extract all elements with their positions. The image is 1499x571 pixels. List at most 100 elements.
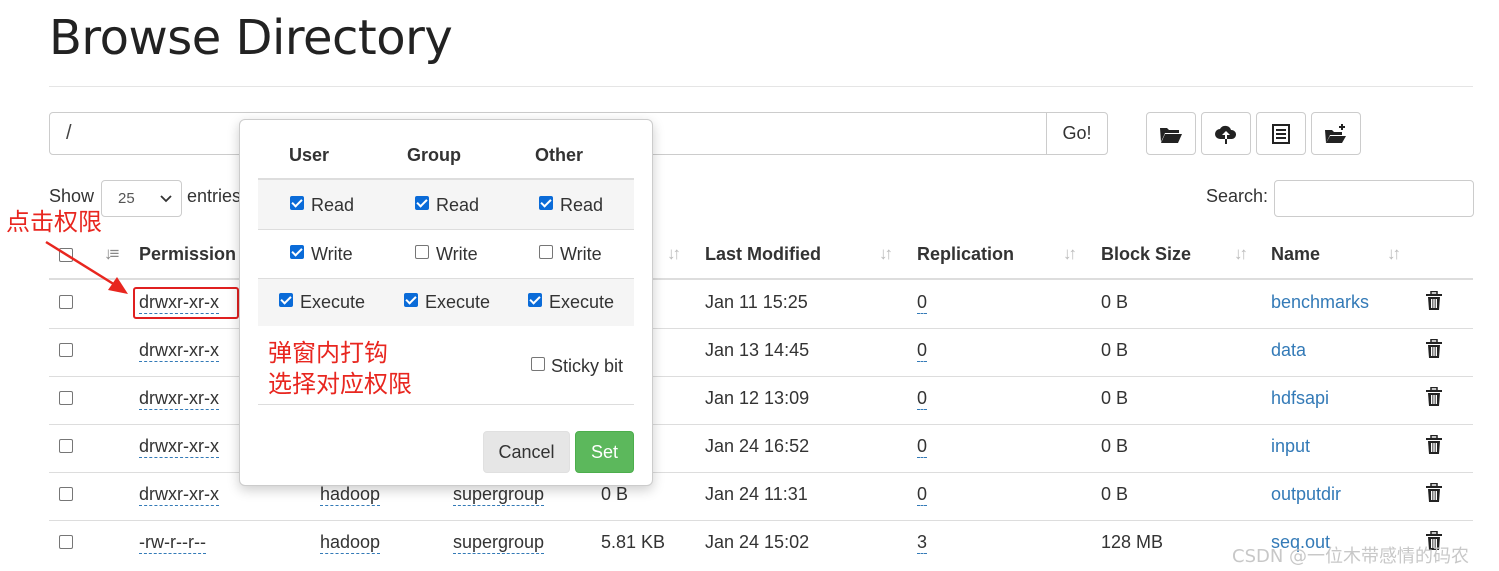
group-execute-checkbox[interactable] <box>404 293 418 307</box>
last-modified-cell: Jan 24 11:31 <box>705 484 808 504</box>
group-cell[interactable]: supergroup <box>453 532 545 554</box>
last-modified-cell: Jan 12 13:09 <box>705 388 810 408</box>
popover-divider <box>258 404 634 405</box>
block-size-cell: 0 B <box>1101 484 1129 504</box>
owner-cell[interactable]: hadoop <box>320 532 381 554</box>
permission-cell[interactable]: drwxr-xr-x <box>139 436 219 458</box>
list-button[interactable] <box>1256 112 1306 155</box>
owner-cell[interactable]: hadoop <box>320 484 381 506</box>
row-checkbox[interactable] <box>59 487 73 501</box>
set-button[interactable]: Set <box>575 431 634 473</box>
sort-icon[interactable]: ↓↑ <box>1063 244 1077 264</box>
replication-cell[interactable]: 0 <box>917 484 928 506</box>
other-write-checkbox[interactable] <box>539 245 553 259</box>
trash-icon[interactable] <box>1425 338 1443 359</box>
annotation-popup-line1: 弹窗内打钩 <box>268 339 388 367</box>
last-modified-cell: Jan 24 15:02 <box>705 532 810 552</box>
popover-header-group: Group <box>407 145 461 165</box>
name-link[interactable]: benchmarks <box>1271 292 1369 313</box>
row-checkbox[interactable] <box>59 343 73 357</box>
replication-cell[interactable]: 3 <box>917 532 928 554</box>
permission-cell[interactable]: drwxr-xr-x <box>139 340 219 362</box>
popover-header-other: Other <box>535 145 584 165</box>
name-link[interactable]: outputdir <box>1271 484 1341 505</box>
name-link[interactable]: input <box>1271 436 1310 457</box>
trash-icon[interactable] <box>1425 434 1443 455</box>
row-checkbox[interactable] <box>59 439 73 453</box>
replication-cell[interactable]: 0 <box>917 292 928 314</box>
permission-cell[interactable]: drwxr-xr-x <box>139 388 219 410</box>
search-input[interactable] <box>1274 180 1474 217</box>
sticky-bit-label: Sticky bit <box>551 356 624 376</box>
sticky-bit-checkbox[interactable] <box>531 357 545 371</box>
trash-icon[interactable] <box>1425 386 1443 407</box>
other-read-label: Read <box>560 195 604 215</box>
group-read-label: Read <box>436 195 480 215</box>
list-icon <box>1272 123 1290 144</box>
name-link[interactable]: data <box>1271 340 1306 361</box>
group-write-checkbox[interactable] <box>415 245 429 259</box>
row-divider <box>49 520 1473 521</box>
entries-select-value: 25 <box>118 190 135 207</box>
name-link[interactable]: hdfsapi <box>1271 388 1329 409</box>
annotation-popup-line2: 选择对应权限 <box>268 370 412 398</box>
annotation-click-permission: 点击权限 <box>6 208 102 236</box>
replication-cell[interactable]: 0 <box>917 340 928 362</box>
annotation-highlight-box <box>133 287 239 319</box>
sort-icon[interactable]: ↓↑ <box>1387 244 1401 264</box>
replication-cell[interactable]: 0 <box>917 388 928 410</box>
last-modified-cell: Jan 11 15:25 <box>705 292 808 312</box>
other-execute-checkbox[interactable] <box>528 293 542 307</box>
open-folder-button[interactable] <box>1146 112 1196 155</box>
user-execute-checkbox[interactable] <box>279 293 293 307</box>
go-button[interactable]: Go! <box>1046 112 1108 155</box>
permission-popover: User Group Other Read Read Read Write Write W… <box>239 119 653 486</box>
block-size-cell: 0 B <box>1101 436 1129 456</box>
sort-icon[interactable]: ↓↑ <box>1234 244 1248 264</box>
column-header-permission[interactable]: Permission <box>139 244 236 265</box>
column-header-name[interactable]: Name <box>1271 244 1320 265</box>
block-size-cell: 0 B <box>1101 340 1129 360</box>
watermark: CSDN @一位木带感情的码农 <box>1232 546 1470 567</box>
trash-icon[interactable] <box>1425 482 1443 503</box>
column-header-last-modified[interactable]: Last Modified <box>705 244 821 265</box>
row-checkbox[interactable] <box>59 535 73 549</box>
column-header-replication[interactable]: Replication <box>917 244 1014 265</box>
other-execute-label: Execute <box>549 292 615 312</box>
block-size-cell: 128 MB <box>1101 532 1164 552</box>
permission-cell[interactable]: drwxr-xr-x <box>139 484 219 506</box>
other-read-checkbox[interactable] <box>539 196 553 210</box>
permission-cell[interactable]: -rw-r--r-- <box>139 532 206 554</box>
title-divider <box>49 86 1473 87</box>
upload-button[interactable] <box>1201 112 1251 155</box>
search-label: Search: <box>1206 186 1269 206</box>
row-checkbox[interactable] <box>59 391 73 405</box>
replication-cell[interactable]: 0 <box>917 436 928 458</box>
last-modified-cell: Jan 24 16:52 <box>705 436 810 456</box>
user-write-checkbox[interactable] <box>290 245 304 259</box>
user-read-checkbox[interactable] <box>290 196 304 210</box>
user-execute-label: Execute <box>300 292 366 312</box>
group-cell[interactable]: supergroup <box>453 484 545 506</box>
column-header-block-size[interactable]: Block Size <box>1101 244 1191 265</box>
block-size-cell: 0 B <box>1101 388 1129 408</box>
last-modified-cell: Jan 13 14:45 <box>705 340 810 360</box>
group-write-label: Write <box>436 244 478 264</box>
show-label: Show <box>49 186 95 206</box>
upload-cloud-icon <box>1215 125 1237 144</box>
cancel-button[interactable]: Cancel <box>483 431 570 473</box>
size-cell: 0 B <box>601 484 629 504</box>
group-execute-label: Execute <box>425 292 491 312</box>
popover-header-user: User <box>289 145 330 165</box>
user-read-label: Read <box>311 195 355 215</box>
popover-divider <box>258 229 634 230</box>
sort-icon[interactable]: ↓↑ <box>667 244 681 264</box>
trash-icon[interactable] <box>1425 290 1443 311</box>
entries-select[interactable]: 25 <box>101 180 182 217</box>
sort-icon[interactable]: ↓↑ <box>879 244 893 264</box>
group-read-checkbox[interactable] <box>415 196 429 210</box>
size-cell: 5.81 KB <box>601 532 666 552</box>
annotation-arrow <box>45 240 128 294</box>
user-write-label: Write <box>311 244 353 264</box>
create-folder-button[interactable] <box>1311 112 1361 155</box>
